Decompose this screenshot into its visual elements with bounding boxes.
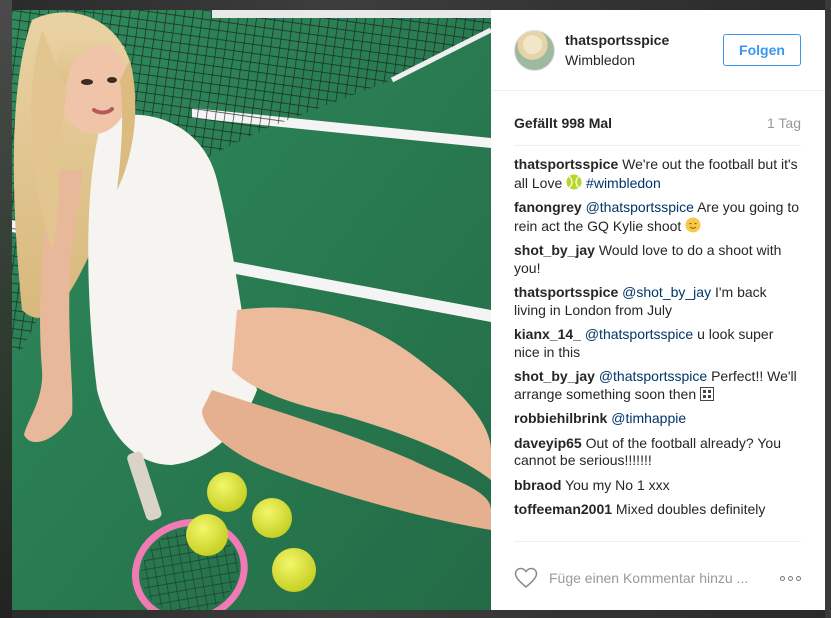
comment: thatsportsspice @shot_by_jay I'm back li… — [514, 284, 801, 319]
post-side-panel: thatsportsspice Wimbledon Folgen Gefällt… — [491, 10, 825, 610]
comment-mention[interactable]: @timhappie — [611, 410, 686, 426]
comment-mention[interactable]: @shot_by_jay — [622, 284, 711, 300]
background-feed-right — [825, 0, 831, 618]
likes-row: Gefällt 998 Mal 1 Tag — [514, 113, 801, 133]
avatar[interactable] — [514, 29, 555, 71]
comment-text: Mixed doubles definitely — [612, 501, 766, 517]
comment: thatsportsspice We're out the football b… — [514, 156, 801, 192]
comment-author[interactable]: fanongrey — [514, 199, 582, 215]
comment-input[interactable]: Füge einen Kommentar hinzu ... — [549, 570, 780, 586]
comment: fanongrey @thatsportsspice Are you going… — [514, 199, 801, 235]
unknown-glyph-icon — [700, 386, 715, 401]
comment-author[interactable]: shot_by_jay — [514, 242, 595, 258]
post-header: thatsportsspice Wimbledon Folgen — [491, 10, 825, 91]
comment-footer: Füge einen Kommentar hinzu ... — [514, 565, 801, 591]
comment: toffeeman2001 Mixed doubles definitely — [514, 501, 801, 519]
post-username[interactable]: thatsportsspice — [565, 32, 723, 48]
comment-hashtag[interactable]: #wimbledon — [586, 175, 661, 191]
user-block: thatsportsspice Wimbledon — [565, 32, 723, 68]
comment-author[interactable]: robbiehilbrink — [514, 410, 607, 426]
comment-mention[interactable]: @thatsportsspice — [586, 199, 694, 215]
footer-divider — [514, 541, 801, 542]
follow-button[interactable]: Folgen — [723, 34, 801, 66]
divider — [514, 145, 801, 146]
background-feed-left — [0, 0, 12, 618]
comment-author[interactable]: kianx_14_ — [514, 326, 581, 342]
comment: shot_by_jay Would love to do a shoot wit… — [514, 242, 801, 277]
post-time[interactable]: 1 Tag — [767, 115, 801, 131]
tennis-ball-icon — [566, 174, 582, 189]
comment: bbraod You my No 1 xxx — [514, 477, 801, 495]
comment-author[interactable]: shot_by_jay — [514, 368, 595, 384]
comment-author[interactable]: thatsportsspice — [514, 284, 618, 300]
post-location[interactable]: Wimbledon — [565, 52, 723, 68]
comment-text: You my No 1 xxx — [561, 476, 670, 493]
comment-author[interactable]: bbraod — [514, 477, 561, 493]
comment-author[interactable]: daveyip65 — [514, 435, 582, 451]
comment: robbiehilbrink @timhappie — [514, 410, 801, 428]
comment: daveyip65 Out of the football already? Y… — [514, 435, 801, 470]
comment-mention[interactable]: @thatsportsspice — [585, 326, 693, 342]
comment: shot_by_jay @thatsportsspice Perfect!! W… — [514, 368, 801, 403]
heart-outline-icon[interactable] — [514, 567, 538, 589]
more-options-icon[interactable] — [780, 575, 801, 581]
comments-list: thatsportsspice We're out the football b… — [514, 156, 801, 519]
smile-emoji-icon — [685, 217, 701, 232]
comment-author[interactable]: thatsportsspice — [514, 156, 618, 172]
comment-author[interactable]: toffeeman2001 — [514, 501, 612, 517]
likes-count[interactable]: Gefällt 998 Mal — [514, 115, 612, 131]
comment: kianx_14_ @thatsportsspice u look super … — [514, 326, 801, 361]
post-modal: thatsportsspice Wimbledon Folgen Gefällt… — [12, 10, 825, 610]
post-photo-illustration — [12, 10, 491, 610]
post-photo[interactable] — [12, 10, 491, 610]
comment-mention[interactable]: @thatsportsspice — [599, 368, 707, 384]
